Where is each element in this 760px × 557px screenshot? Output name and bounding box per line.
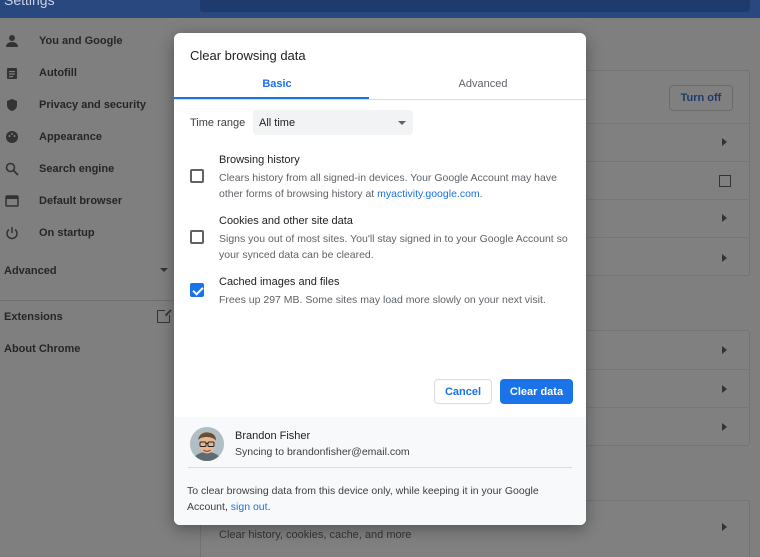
- time-range-value: All time: [259, 116, 296, 129]
- sidebar-divider: [0, 300, 185, 301]
- open-external-icon[interactable]: [719, 175, 731, 187]
- sidebar-item-you-and-google[interactable]: You and Google: [0, 31, 185, 51]
- myactivity-link[interactable]: myactivity.google.com: [377, 188, 480, 200]
- sidebar-item-appearance[interactable]: Appearance: [0, 127, 185, 147]
- sidebar-item-label: Extensions: [4, 311, 63, 323]
- sidebar-item-label: Default browser: [39, 195, 123, 207]
- option-title: Browsing history: [219, 154, 300, 166]
- time-range-label: Time range: [190, 117, 246, 129]
- settings-search-input[interactable]: [200, 0, 750, 12]
- clipboard-icon: [7, 68, 17, 79]
- sidebar-item-advanced[interactable]: Advanced: [0, 261, 185, 281]
- avatar: [190, 427, 224, 461]
- clear-data-button[interactable]: Clear data: [500, 379, 573, 404]
- tab-advanced[interactable]: Advanced: [380, 69, 586, 99]
- sidebar-item-label: Advanced: [4, 265, 57, 277]
- chevron-right-icon[interactable]: [722, 214, 727, 222]
- power-icon: [6, 227, 18, 240]
- settings-sidebar: You and Google Autofill Privacy and secu…: [0, 18, 185, 557]
- account-name: Brandon Fisher: [235, 430, 311, 442]
- sidebar-item-search-engine[interactable]: Search engine: [0, 159, 185, 179]
- sidebar-item-about-chrome[interactable]: About Chrome: [0, 339, 185, 359]
- time-range-select[interactable]: All time: [253, 110, 413, 135]
- dialog-title: Clear browsing data: [190, 48, 306, 63]
- cached-images-checkbox[interactable]: [190, 283, 204, 297]
- cancel-button[interactable]: Cancel: [434, 379, 492, 404]
- search-icon: [5, 162, 19, 176]
- open-external-icon: [157, 308, 172, 323]
- chevron-right-icon[interactable]: [722, 254, 727, 262]
- sidebar-item-label: You and Google: [39, 35, 123, 47]
- dropdown-caret-icon: [398, 121, 406, 125]
- sidebar-item-on-startup[interactable]: On startup: [0, 223, 185, 243]
- chevron-right-icon[interactable]: [722, 523, 727, 531]
- sidebar-item-default-browser[interactable]: Default browser: [0, 191, 185, 211]
- sidebar-item-label: Privacy and security: [39, 99, 147, 111]
- browsing-history-checkbox[interactable]: [190, 169, 204, 183]
- chevron-right-icon[interactable]: [722, 385, 727, 393]
- sidebar-item-label: About Chrome: [4, 343, 81, 355]
- clear-history-row-text: Clear history, cookies, cache, and more: [219, 529, 412, 541]
- tab-basic[interactable]: Basic: [174, 69, 380, 99]
- chevron-right-icon[interactable]: [722, 423, 727, 431]
- footer-note: To clear browsing data from this device …: [187, 485, 539, 513]
- account-section: Brandon Fisher Syncing to brandonfisher@…: [174, 417, 586, 525]
- cookies-checkbox[interactable]: [190, 230, 204, 244]
- option-description: Frees up 297 MB. Some sites may load mor…: [219, 294, 546, 306]
- account-sync-status: Syncing to brandonfisher@email.com: [235, 446, 410, 458]
- chevron-right-icon[interactable]: [722, 138, 727, 146]
- sidebar-item-label: Appearance: [39, 131, 102, 143]
- settings-header: Settings: [0, 0, 760, 18]
- chevron-down-icon: [160, 268, 168, 272]
- clear-browsing-data-dialog: Clear browsing data Basic Advanced Time …: [174, 33, 586, 525]
- option-title: Cookies and other site data: [219, 215, 353, 227]
- sidebar-item-label: Search engine: [39, 163, 115, 175]
- settings-title: Settings: [4, 0, 55, 8]
- sign-out-link[interactable]: sign out: [231, 501, 268, 513]
- shield-icon: [7, 99, 17, 111]
- option-description: Clears history from all signed-in device…: [219, 172, 557, 200]
- option-description: Signs you out of most sites. You'll stay…: [219, 233, 568, 261]
- account-divider: [188, 467, 572, 468]
- option-title: Cached images and files: [219, 276, 340, 288]
- sidebar-item-extensions[interactable]: Extensions: [0, 307, 185, 327]
- palette-icon: [6, 131, 18, 143]
- browser-icon: [5, 195, 19, 207]
- user-avatar-icon: [190, 427, 224, 461]
- tab-divider: [174, 99, 586, 100]
- sidebar-item-label: Autofill: [39, 67, 77, 79]
- turn-off-sync-button[interactable]: Turn off: [669, 85, 733, 111]
- person-icon: [6, 35, 18, 47]
- sidebar-item-label: On startup: [39, 227, 95, 239]
- chevron-right-icon[interactable]: [722, 346, 727, 354]
- sidebar-item-autofill[interactable]: Autofill: [0, 63, 185, 83]
- sidebar-item-privacy[interactable]: Privacy and security: [0, 95, 185, 115]
